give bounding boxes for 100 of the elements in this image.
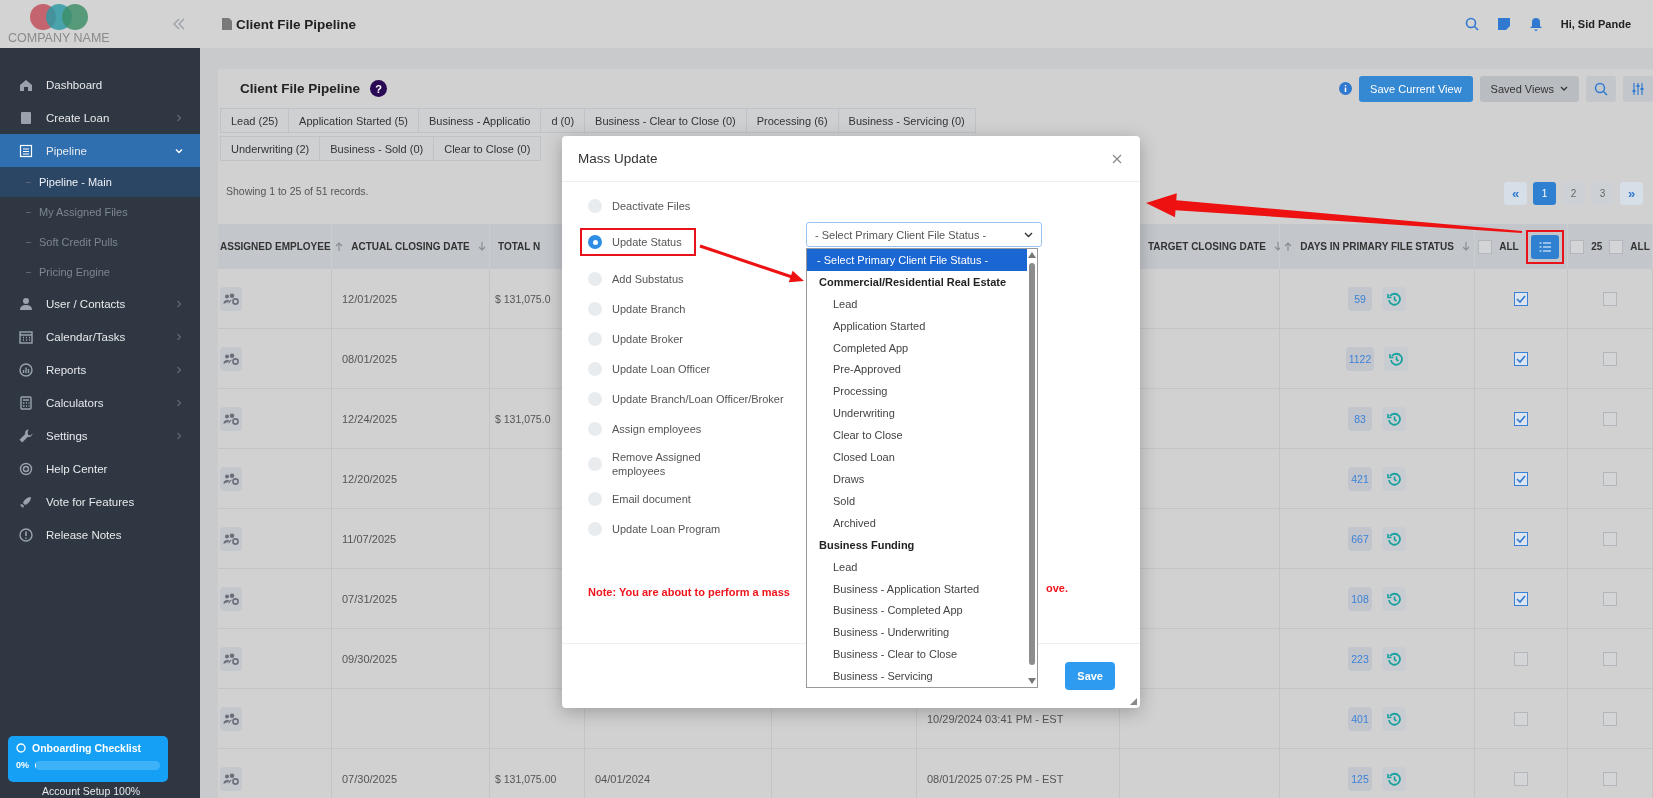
dropdown-option[interactable]: - Select Primary Client File Status - — [807, 249, 1027, 271]
status-tab[interactable]: d (0) — [540, 108, 586, 133]
sidebar-item[interactable]: Pipeline — [0, 134, 200, 167]
dropdown-option[interactable]: Application Started — [807, 314, 1027, 337]
checkbox[interactable] — [1603, 651, 1617, 666]
checkbox[interactable] — [1609, 239, 1624, 254]
dropdown-option[interactable]: Archived — [807, 511, 1027, 534]
sidebar-item[interactable]: Reports — [0, 353, 200, 386]
sidebar-item[interactable]: Release Notes — [0, 518, 200, 551]
history-button[interactable] — [1382, 586, 1406, 611]
status-tab[interactable]: Clear to Close (0) — [433, 136, 542, 161]
submenu-item[interactable]: Pipeline - Main — [0, 167, 200, 197]
checkbox[interactable] — [1514, 351, 1528, 366]
history-button[interactable] — [1382, 286, 1406, 311]
sidebar-item[interactable]: Help Center — [0, 452, 200, 485]
status-tab[interactable]: Application Started (5) — [288, 108, 419, 133]
checkbox[interactable] — [1514, 411, 1528, 426]
collapse-icon[interactable] — [172, 18, 186, 30]
dropdown-option[interactable]: Business - Completed App — [807, 599, 1027, 622]
assign-button[interactable] — [220, 706, 242, 731]
checkbox[interactable] — [1570, 239, 1585, 254]
sidebar-item[interactable]: User / Contacts — [0, 287, 200, 320]
note-icon[interactable] — [1496, 17, 1511, 31]
dropdown-option[interactable]: Business - Application Started — [807, 577, 1027, 600]
status-tab[interactable]: Business - Applicatio — [417, 108, 542, 133]
checkbox[interactable] — [1603, 771, 1617, 786]
sort-down-icon[interactable] — [1460, 241, 1471, 252]
status-tab[interactable]: Business - Clear to Close (0) — [584, 108, 747, 133]
sidebar-item[interactable]: Settings — [0, 419, 200, 452]
history-button[interactable] — [1382, 766, 1406, 791]
dropdown-option[interactable]: Underwriting — [807, 402, 1027, 425]
save-view-button[interactable]: Save Current View — [1359, 75, 1473, 102]
status-tab[interactable]: Processing (6) — [745, 108, 839, 133]
dropdown-option[interactable]: Business - Clear to Close — [807, 643, 1027, 666]
checkbox[interactable] — [1603, 411, 1617, 426]
assign-button[interactable] — [220, 466, 242, 491]
assign-button[interactable] — [220, 586, 242, 611]
sort-down-icon[interactable] — [1272, 241, 1283, 252]
dropdown-option[interactable]: Business - Servicing — [807, 665, 1027, 688]
sidebar-item[interactable]: Vote for Features — [0, 485, 200, 518]
checkbox[interactable] — [1603, 291, 1617, 306]
sidebar-item[interactable]: Account Setup 100% — [42, 785, 141, 797]
checkbox[interactable] — [1603, 711, 1617, 726]
checkbox[interactable] — [1514, 531, 1528, 546]
checkbox[interactable] — [1603, 591, 1617, 606]
status-tab[interactable]: Underwriting (2) — [220, 136, 321, 161]
checkbox[interactable] — [1514, 651, 1528, 666]
history-button[interactable] — [1384, 346, 1409, 371]
sidebar-item[interactable]: Calculators — [0, 386, 200, 419]
sort-up-icon[interactable] — [334, 241, 345, 252]
dropdown-option[interactable]: Clear to Close — [807, 424, 1027, 447]
checkbox[interactable] — [1514, 711, 1528, 726]
sidebar-item[interactable]: Calendar/Tasks — [0, 320, 200, 353]
history-button[interactable] — [1382, 646, 1406, 671]
sidebar-item[interactable]: Create Loan — [0, 101, 200, 134]
history-button[interactable] — [1382, 406, 1406, 431]
dropdown-option[interactable]: Pre-Approved — [807, 358, 1027, 381]
user-greeting[interactable]: Hi, Sid Pande — [1560, 18, 1631, 30]
dropdown-option[interactable]: Business - Underwriting — [807, 621, 1027, 644]
history-button[interactable] — [1382, 466, 1406, 491]
checkbox[interactable] — [1478, 239, 1493, 254]
search-icon[interactable] — [1464, 17, 1479, 31]
dropdown-option[interactable]: Processing — [807, 380, 1027, 403]
status-tab[interactable]: Lead (25) — [220, 108, 290, 133]
sort-down-icon[interactable] — [476, 241, 487, 252]
checkbox[interactable] — [1514, 471, 1528, 486]
assign-button[interactable] — [220, 286, 242, 311]
assign-button[interactable] — [220, 646, 242, 671]
checkbox[interactable] — [1514, 291, 1528, 306]
checkbox[interactable] — [1603, 351, 1617, 366]
assign-button[interactable] — [220, 406, 242, 431]
status-tab[interactable]: Business - Sold (0) — [319, 136, 435, 161]
page-button[interactable]: 1 — [1533, 182, 1556, 205]
dropdown-option[interactable]: Sold — [807, 489, 1027, 512]
assign-button[interactable] — [220, 346, 242, 371]
assign-button[interactable] — [220, 766, 242, 791]
bell-icon[interactable] — [1528, 17, 1543, 31]
history-button[interactable] — [1382, 706, 1406, 731]
sidebar-item[interactable]: Dashboard — [0, 68, 200, 101]
sort-up-icon[interactable] — [1283, 241, 1294, 252]
assign-button[interactable] — [220, 526, 242, 551]
radio-button[interactable] — [588, 235, 602, 249]
dropdown-option[interactable]: Draws — [807, 468, 1027, 490]
checkbox[interactable] — [1514, 771, 1528, 786]
dropdown-option[interactable]: Lead — [807, 292, 1027, 315]
status-tab[interactable]: Business - Servicing (0) — [837, 108, 976, 133]
status-select[interactable]: - Select Primary Client File Status - — [806, 222, 1042, 247]
checkbox[interactable] — [1603, 471, 1617, 486]
dropdown-option[interactable]: Closed Loan — [807, 446, 1027, 469]
checkbox[interactable] — [1514, 591, 1528, 606]
page-button[interactable]: 2 — [1562, 182, 1585, 205]
help-icon[interactable]: ? — [370, 80, 388, 97]
history-button[interactable] — [1382, 526, 1406, 551]
dropdown-option[interactable]: Completed App — [807, 336, 1027, 359]
search-button[interactable] — [1586, 75, 1616, 102]
dropdown-option[interactable]: Lead — [807, 555, 1027, 578]
saved-views-dropdown[interactable]: Saved Views — [1479, 75, 1579, 102]
filter-settings-button[interactable] — [1623, 75, 1653, 102]
checkbox[interactable] — [1603, 531, 1617, 546]
page-button[interactable]: 3 — [1591, 182, 1614, 205]
